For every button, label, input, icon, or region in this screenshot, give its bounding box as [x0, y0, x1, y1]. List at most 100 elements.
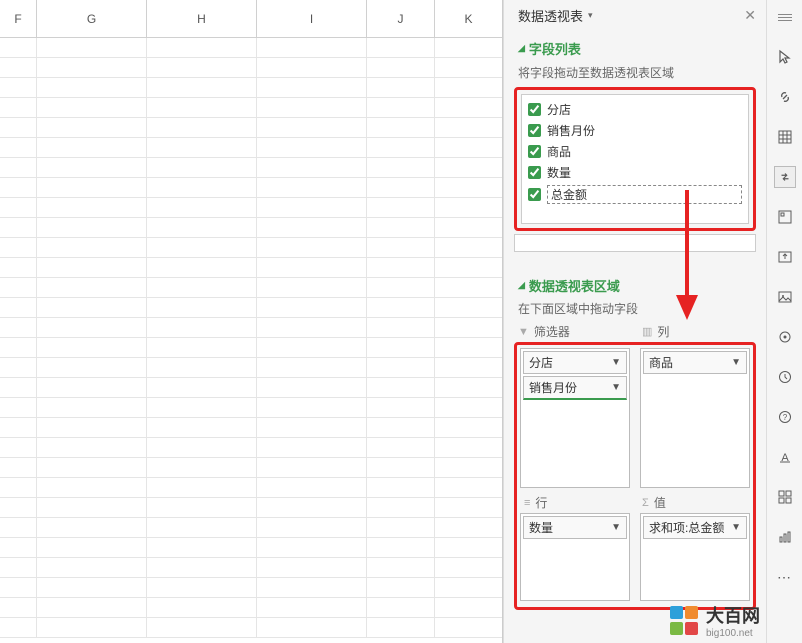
hamburger-icon[interactable] — [774, 6, 796, 28]
watermark-name: 大百网 — [706, 602, 760, 628]
table-row[interactable] — [0, 58, 502, 78]
field-item[interactable]: 数量 — [528, 162, 742, 183]
field-label: 商品 — [547, 143, 571, 160]
chevron-down-icon[interactable]: ▼ — [731, 357, 741, 368]
table-row[interactable] — [0, 218, 502, 238]
areas-hint: 在下面区域中拖动字段 — [504, 297, 766, 323]
chevron-down-icon[interactable]: ▼ — [611, 382, 621, 393]
apps-icon[interactable] — [774, 486, 796, 508]
chevron-down-icon[interactable]: ▼ — [731, 522, 741, 533]
table-row[interactable] — [0, 198, 502, 218]
col-header-i[interactable]: I — [257, 0, 367, 37]
panel-dropdown-icon[interactable]: ▾ — [588, 10, 593, 21]
areas-section-title: ◢ 数据透视表区域 — [504, 268, 766, 297]
table-row[interactable] — [0, 578, 502, 598]
table-row[interactable] — [0, 318, 502, 338]
table-row[interactable] — [0, 298, 502, 318]
table-row[interactable] — [0, 518, 502, 538]
table-icon[interactable] — [774, 126, 796, 148]
table-row[interactable] — [0, 478, 502, 498]
column-area-label: ▥ 列 — [642, 323, 752, 340]
field-checkbox[interactable] — [528, 145, 541, 158]
value-chip[interactable]: 求和项:总金额 ▼ — [643, 516, 747, 539]
row-drop-zone[interactable]: 数量 ▼ — [520, 513, 630, 601]
close-icon[interactable]: ✕ — [744, 7, 756, 24]
more-icon[interactable]: ⋯ — [774, 566, 796, 588]
filter-drop-zone[interactable]: 分店 ▼ 销售月份 ▼ — [520, 348, 630, 488]
row-chip[interactable]: 数量 ▼ — [523, 516, 627, 539]
table-row[interactable] — [0, 358, 502, 378]
table-row[interactable] — [0, 278, 502, 298]
filter-area-label: ▼ 筛选器 — [518, 323, 628, 340]
table-row[interactable] — [0, 598, 502, 618]
field-checkbox[interactable] — [528, 166, 541, 179]
value-drop-zone[interactable]: 求和项:总金额 ▼ — [640, 513, 750, 601]
field-checkbox[interactable] — [528, 103, 541, 116]
chip-label: 商品 — [649, 354, 673, 371]
table-row[interactable] — [0, 338, 502, 358]
chart-icon[interactable] — [774, 526, 796, 548]
table-row[interactable] — [0, 98, 502, 118]
chevron-down-icon[interactable]: ▼ — [611, 357, 621, 368]
table-row[interactable] — [0, 78, 502, 98]
field-checkbox[interactable] — [528, 188, 541, 201]
row-icon: ≡ — [524, 497, 530, 509]
collapse-icon[interactable]: ◢ — [518, 43, 525, 54]
field-list[interactable]: 分店 销售月份 商品 数量 总金额 — [521, 94, 749, 224]
table-row[interactable] — [0, 158, 502, 178]
chevron-down-icon[interactable]: ▼ — [611, 522, 621, 533]
help-icon[interactable]: ? — [774, 406, 796, 428]
table-row[interactable] — [0, 558, 502, 578]
field-list-highlight-box: 分店 销售月份 商品 数量 总金额 — [514, 87, 756, 231]
column-chip[interactable]: 商品 ▼ — [643, 351, 747, 374]
table-row[interactable] — [0, 538, 502, 558]
template-icon[interactable] — [774, 206, 796, 228]
history-icon[interactable] — [774, 366, 796, 388]
field-checkbox[interactable] — [528, 124, 541, 137]
field-item[interactable]: 总金额 — [528, 183, 742, 206]
table-row[interactable] — [0, 138, 502, 158]
field-item[interactable]: 销售月份 — [528, 120, 742, 141]
column-drop-zone[interactable]: 商品 ▼ — [640, 348, 750, 488]
col-header-j[interactable]: J — [367, 0, 435, 37]
table-row[interactable] — [0, 118, 502, 138]
table-row[interactable] — [0, 398, 502, 418]
settings-icon[interactable] — [774, 326, 796, 348]
table-row[interactable] — [0, 458, 502, 478]
spreadsheet-grid[interactable]: F G H I J K — [0, 0, 503, 643]
cursor-icon[interactable] — [774, 46, 796, 68]
col-header-g[interactable]: G — [37, 0, 147, 37]
swap-icon[interactable] — [774, 166, 796, 188]
table-row[interactable] — [0, 498, 502, 518]
areas-highlight-box: 分店 ▼ 销售月份 ▼ 商品 ▼ — [514, 342, 756, 610]
table-row[interactable] — [0, 178, 502, 198]
col-header-k[interactable]: K — [435, 0, 503, 37]
font-icon[interactable]: A — [774, 446, 796, 468]
field-list-spacer — [514, 234, 756, 252]
col-header-f[interactable]: F — [0, 0, 37, 37]
field-label: 数量 — [547, 164, 571, 181]
col-header-h[interactable]: H — [147, 0, 257, 37]
link-icon[interactable] — [774, 86, 796, 108]
watermark-url: big100.net — [706, 628, 760, 639]
table-row[interactable] — [0, 238, 502, 258]
table-row[interactable] — [0, 38, 502, 58]
watermark-logo — [670, 606, 700, 636]
table-row[interactable] — [0, 618, 502, 638]
table-row[interactable] — [0, 258, 502, 278]
row-area-label: ≡ 行 — [524, 494, 628, 511]
filter-chip[interactable]: 分店 ▼ — [523, 351, 627, 374]
field-item[interactable]: 分店 — [528, 99, 742, 120]
share-icon[interactable] — [774, 246, 796, 268]
column-headers: F G H I J K — [0, 0, 502, 38]
field-label: 销售月份 — [547, 122, 595, 139]
image-icon[interactable] — [774, 286, 796, 308]
fields-hint: 将字段拖动至数据透视表区域 — [504, 60, 766, 87]
table-row[interactable] — [0, 438, 502, 458]
table-row[interactable] — [0, 378, 502, 398]
svg-text:?: ? — [782, 413, 787, 422]
filter-chip[interactable]: 销售月份 ▼ — [523, 376, 627, 400]
collapse-icon[interactable]: ◢ — [518, 280, 525, 291]
table-row[interactable] — [0, 418, 502, 438]
field-item[interactable]: 商品 — [528, 141, 742, 162]
